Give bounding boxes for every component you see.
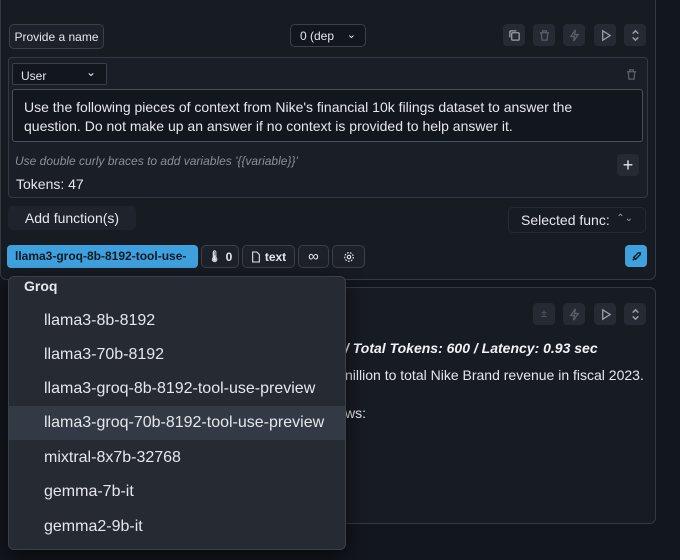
gear-icon [343, 251, 354, 262]
response-text-line1: nillion to total Nike Brand revenue in f… [345, 367, 644, 383]
role-select[interactable]: User ⌄ [12, 63, 107, 85]
dropdown-option[interactable]: mixtral-8x7b-32768 [9, 441, 345, 475]
lightning-icon[interactable] [563, 303, 585, 325]
lightning-icon[interactable] [563, 24, 585, 46]
expand-collapse-icon[interactable] [624, 24, 646, 46]
temperature-value: 0 [225, 249, 233, 264]
play-icon[interactable] [594, 303, 616, 325]
trash-icon[interactable] [533, 24, 555, 46]
response-stats: / Total Tokens: 600 / Latency: 0.93 sec [345, 340, 598, 356]
dropdown-option-highlighted[interactable]: llama3-groq-70b-8192-tool-use-preview [9, 406, 345, 440]
variables-hint: Use double curly braces to add variables… [15, 154, 298, 168]
document-icon [251, 250, 260, 263]
message-content: Use the following pieces of context from… [24, 99, 573, 134]
settings-button[interactable] [332, 245, 365, 268]
model-version-select[interactable]: 0 (dep ⌄ [290, 24, 366, 47]
model-select-button[interactable]: llama3-groq-8b-8192-tool-use- [7, 245, 198, 268]
model-select-label: llama3-groq-8b-8192-tool-use- [15, 249, 187, 263]
add-message-icon[interactable]: + [617, 154, 639, 176]
sort-icon: ⌃⌄ [616, 213, 633, 224]
dropdown-group-label: Groq [24, 278, 58, 294]
rocket-icon[interactable] [625, 245, 647, 267]
add-function-button[interactable]: Add function(s) [8, 206, 136, 230]
max-tokens-button[interactable]: ∞ [298, 245, 329, 268]
name-button[interactable]: Provide a name [9, 24, 104, 49]
selected-functions-label: Selected func: [521, 212, 610, 228]
response-text-line2: ws: [345, 405, 366, 421]
duplicate-icon[interactable] [503, 24, 525, 46]
chevron-down-icon: ⌄ [85, 65, 96, 79]
token-count: Tokens: 47 [16, 176, 84, 192]
play-icon[interactable] [594, 24, 616, 46]
thermometer-icon: 🌡 [207, 251, 222, 263]
selected-functions-select[interactable]: Selected func: ⌃⌄ [508, 207, 646, 233]
dropdown-option[interactable]: llama3-70b-8192 [9, 338, 345, 372]
response-format-value: text [264, 249, 287, 264]
dropdown-option[interactable]: llama3-8b-8192 [9, 304, 345, 338]
model-version-value: 0 (dep [300, 28, 335, 43]
temperature-button[interactable]: 🌡 0 [201, 245, 239, 268]
plus-minus-icon[interactable]: ± [533, 303, 555, 325]
infinity-icon: ∞ [308, 248, 319, 265]
role-value: User [21, 69, 47, 83]
chevron-down-icon: ⌄ [346, 29, 356, 41]
dropdown-option[interactable]: gemma-7b-it [9, 475, 345, 509]
response-format-button[interactable]: text [242, 245, 295, 268]
dropdown-option[interactable]: gemma2-9b-it [9, 510, 345, 544]
dropdown-option[interactable]: llama3-groq-8b-8192-tool-use-preview [9, 372, 345, 406]
expand-collapse-icon[interactable] [624, 303, 646, 325]
delete-message-icon[interactable] [620, 63, 642, 85]
model-dropdown: Groq llama3-8b-8192 llama3-70b-8192 llam… [8, 276, 346, 550]
message-textarea[interactable]: Use the following pieces of context from… [12, 89, 643, 142]
